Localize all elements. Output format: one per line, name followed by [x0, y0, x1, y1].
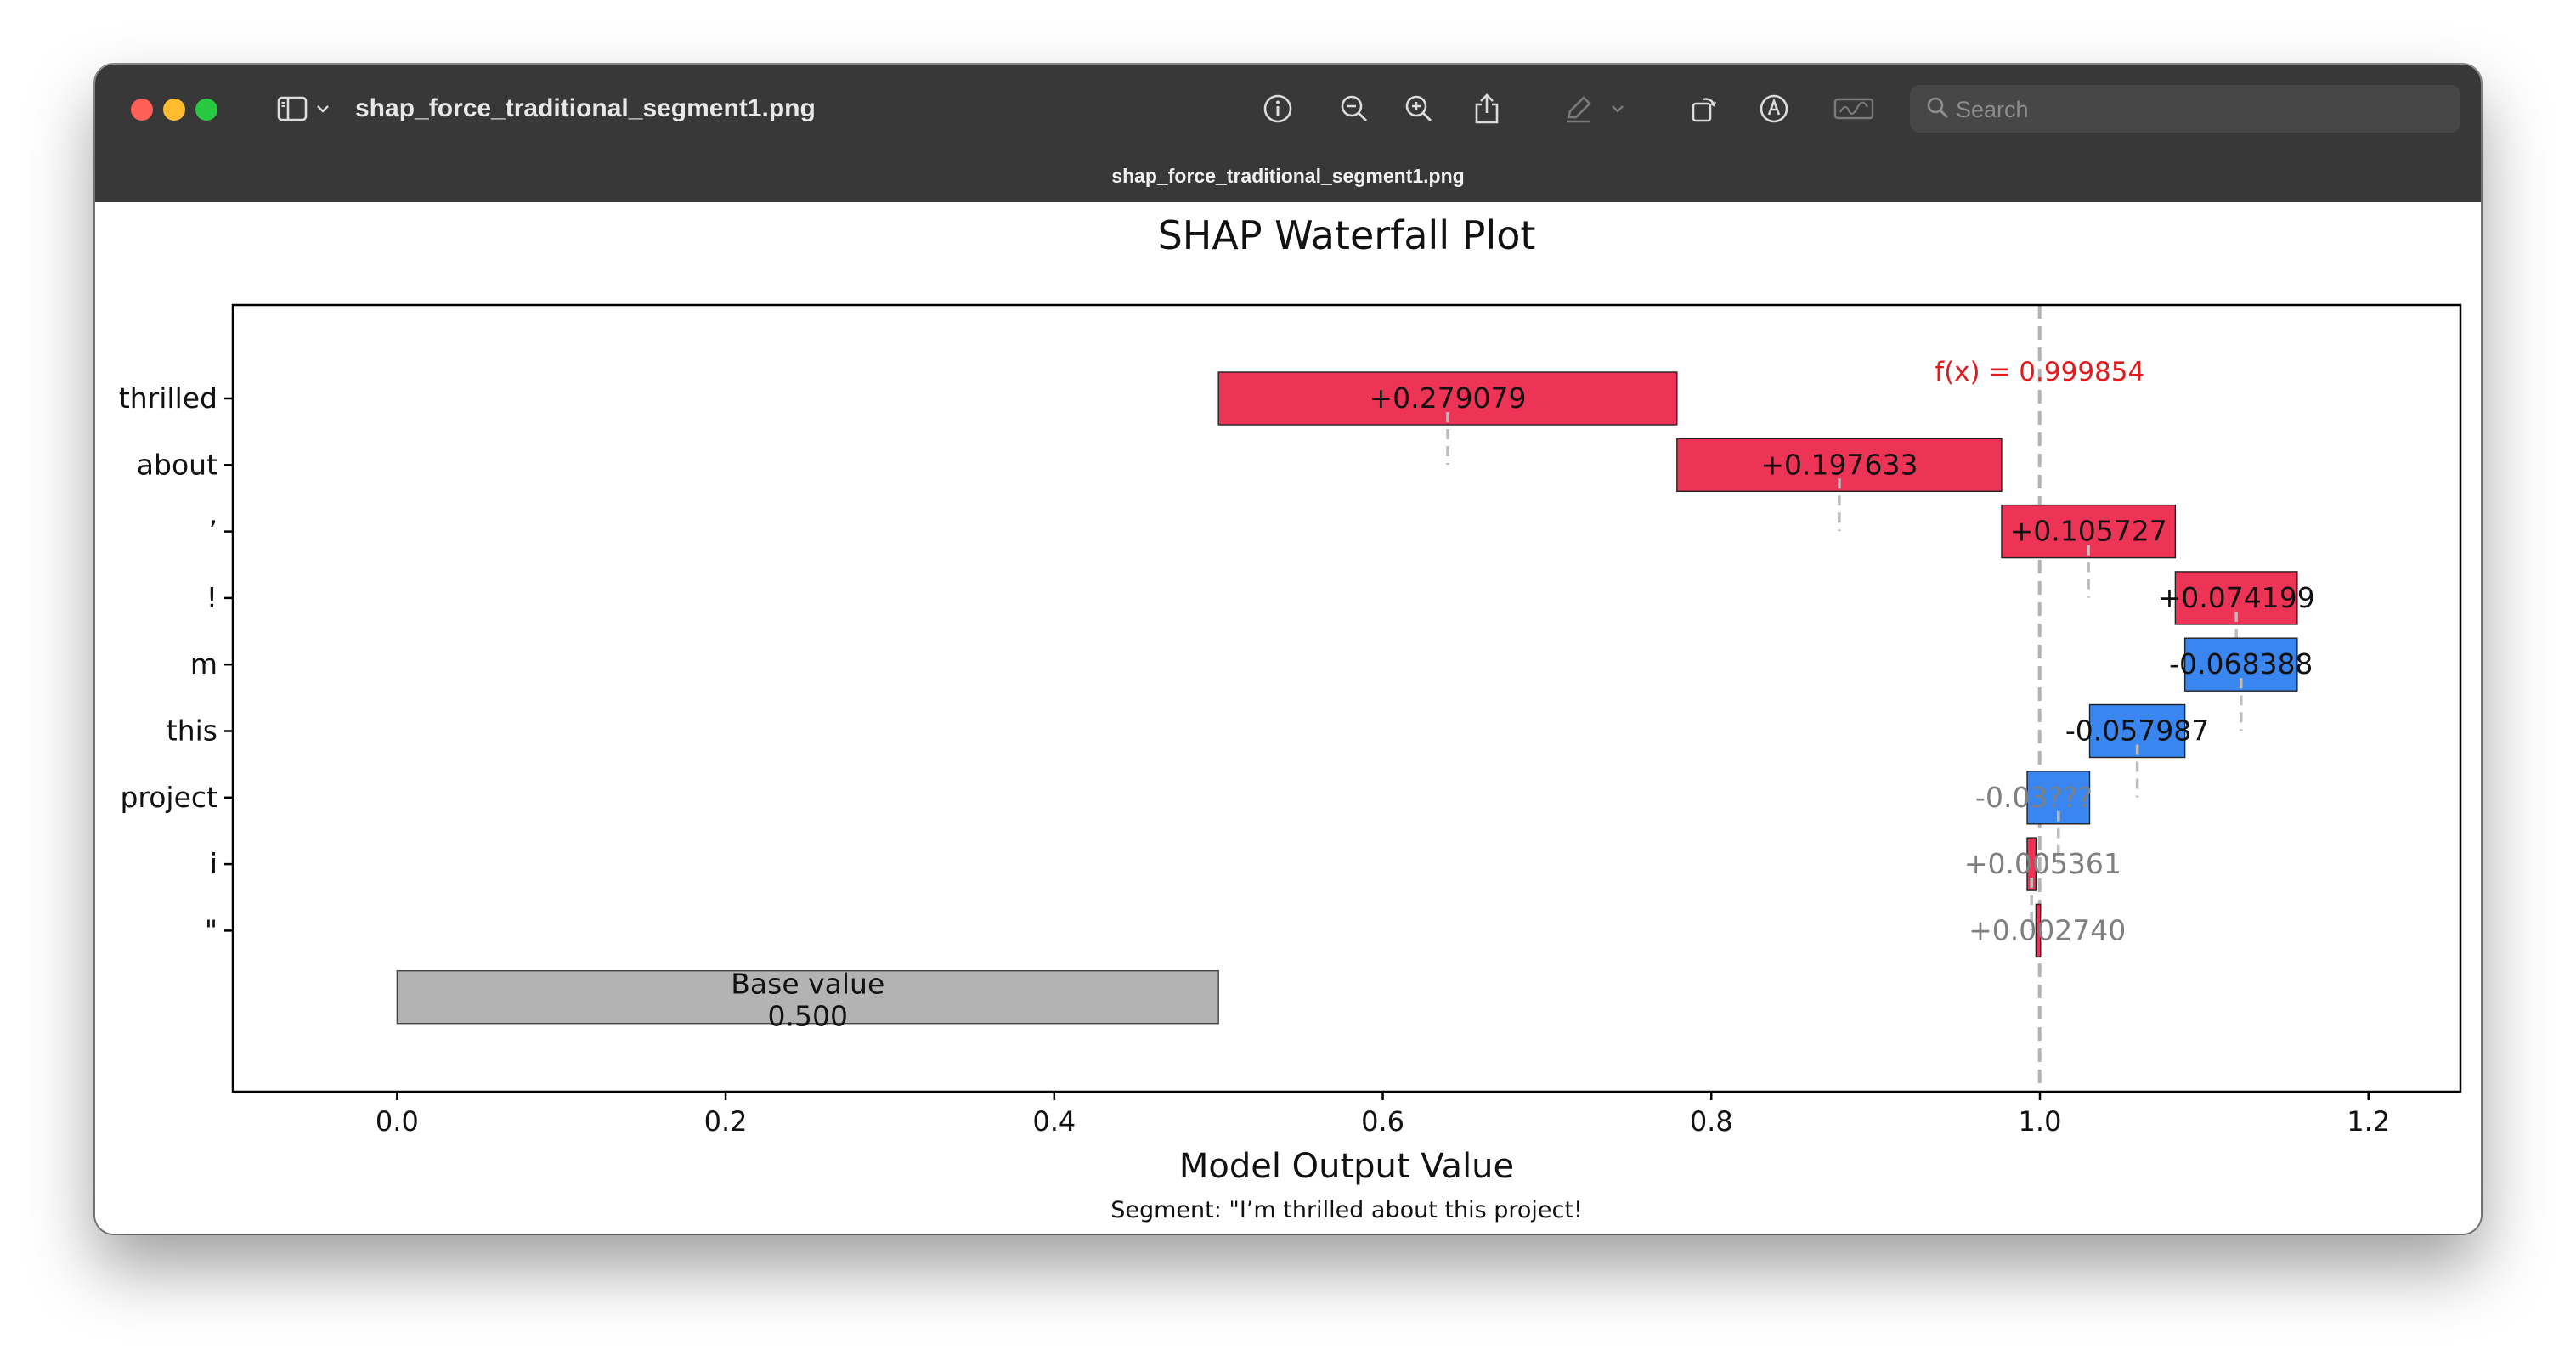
zoom-out-icon[interactable] [1336, 90, 1373, 127]
minimize-window-button[interactable] [163, 99, 185, 121]
x-tick-label: 0.6 [1361, 1105, 1404, 1138]
image-viewer-content: SHAP Waterfall Plot f(x) = 0.999854 thril… [95, 202, 2481, 1234]
feature-label: this [167, 714, 217, 748]
feature-label: ’ [209, 515, 218, 548]
feature-label: " [205, 913, 217, 946]
signature-icon[interactable] [1832, 90, 1876, 127]
value-label: +0.074199 [2158, 581, 2315, 614]
x-tick-label: 1.2 [2347, 1105, 2390, 1138]
x-tick-label: 0.4 [1032, 1105, 1076, 1138]
search-input[interactable] [1954, 85, 2450, 134]
info-icon[interactable] [1259, 90, 1296, 127]
value-label: +0.002740 [1969, 913, 2126, 946]
x-tick-label: 0.8 [1690, 1105, 1733, 1138]
tab-title: shap_force_traditional_segment1.png [1111, 165, 1465, 187]
rotate-icon[interactable] [1686, 90, 1723, 127]
base-value-label: Base value [731, 968, 884, 1001]
fx-label: f(x) = 0.999854 [1935, 357, 2144, 387]
preview-window: shap_force_traditional_segment1.png Sear… [95, 65, 2481, 1234]
chart-title: SHAP Waterfall Plot [1158, 212, 1536, 258]
feature-label: thrilled [119, 381, 217, 415]
title-bar: shap_force_traditional_segment1.png Sear… [95, 65, 2481, 202]
x-tick-label: 0.0 [376, 1105, 419, 1138]
feature-label: about [137, 448, 217, 481]
x-tick-label: 0.2 [704, 1105, 748, 1138]
chart-caption: Segment: "I’m thrilled about this projec… [1110, 1197, 1583, 1223]
share-icon[interactable] [1468, 90, 1505, 127]
value-label: -0.03??? [1975, 781, 2093, 814]
markup-pen-icon[interactable] [1560, 90, 1597, 127]
value-label: +0.105727 [2010, 515, 2167, 548]
document-title: shap_force_traditional_segment1.png [355, 94, 816, 122]
search-icon [1925, 95, 1951, 125]
feature-label: i [210, 847, 217, 880]
feature-label: project [120, 781, 217, 814]
feature-label: ! [206, 581, 217, 614]
shap-waterfall-chart: SHAP Waterfall Plot f(x) = 0.999854 thril… [119, 212, 2462, 1223]
x-tick-label: 1.0 [2019, 1105, 2062, 1138]
zoom-window-button[interactable] [195, 99, 217, 121]
x-axis-label: Model Output Value [1179, 1147, 1514, 1186]
search-field[interactable] [1910, 85, 2460, 134]
close-window-button[interactable] [131, 99, 153, 121]
value-label: +0.005361 [1964, 847, 2121, 880]
base-value-number: 0.500 [768, 1000, 848, 1033]
zoom-in-icon[interactable] [1400, 90, 1438, 127]
chevron-down-icon[interactable] [1607, 90, 1628, 127]
sidebar-toggle-icon[interactable] [274, 90, 311, 127]
value-label: +0.197633 [1760, 448, 1918, 481]
chevron-down-icon[interactable] [313, 90, 333, 127]
feature-label: m [190, 647, 217, 680]
markup-circle-icon[interactable] [1755, 90, 1793, 127]
value-label: -0.057987 [2065, 714, 2209, 748]
value-label: +0.279079 [1369, 381, 1526, 415]
value-label: -0.068388 [2169, 647, 2313, 680]
